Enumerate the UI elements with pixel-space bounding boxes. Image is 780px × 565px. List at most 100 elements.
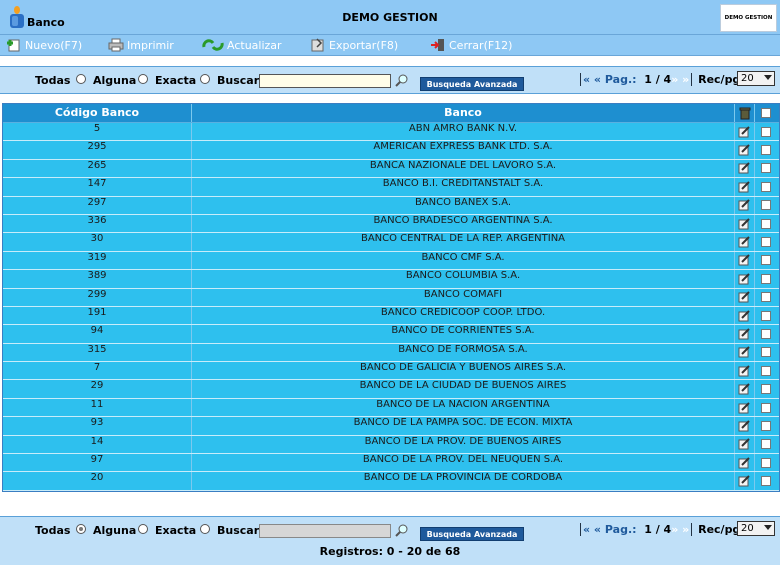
edit-icon[interactable] [738, 365, 751, 377]
table-row[interactable]: 295 AMERICAN EXPRESS BANK LTD. S.A. [3, 141, 779, 160]
select-cell [755, 472, 777, 489]
table-row[interactable]: 94 BANCO DE CORRIENTES S.A. [3, 325, 779, 344]
option-all-radio[interactable] [76, 524, 86, 534]
pager-prev-button[interactable]: « « [583, 523, 601, 536]
search-input[interactable] [259, 74, 391, 88]
row-checkbox[interactable] [761, 255, 771, 266]
table-row[interactable]: 315 BANCO DE FORMOSA S.A. [3, 343, 779, 363]
row-checkbox[interactable] [761, 200, 771, 211]
advanced-search-button[interactable]: Busqueda Avanzada [420, 527, 524, 541]
row-checkbox[interactable] [761, 439, 771, 450]
refresh-button[interactable]: Actualizar [202, 36, 282, 54]
column-header-code[interactable]: Código Banco [3, 104, 192, 122]
option-all-radio[interactable] [76, 74, 86, 84]
edit-cell [735, 398, 755, 417]
row-checkbox[interactable] [761, 181, 771, 192]
search-input[interactable] [259, 524, 391, 538]
pager-prev-button[interactable]: « « [583, 73, 601, 86]
table-row[interactable]: 20 BANCO DE LA PROVINCIA DE CORDOBA [3, 472, 779, 491]
row-checkbox[interactable] [761, 292, 771, 303]
edit-cell [735, 343, 755, 362]
edit-icon[interactable] [738, 144, 751, 156]
table-row[interactable]: 147 BANCO B.I. CREDITANSTALT S.A. [3, 178, 779, 197]
select-cell [755, 399, 777, 416]
row-checkbox[interactable] [761, 384, 771, 395]
select-cell [755, 233, 777, 250]
row-checkbox[interactable] [761, 237, 771, 248]
pager: « « Pag.: 1 / 4 » » Rec/pg: [578, 73, 745, 86]
new-button[interactable]: Nuevo(F7) [6, 36, 82, 54]
pager-next-button[interactable]: » » [671, 523, 689, 536]
table-row[interactable]: 299 BANCO COMAFI [3, 288, 779, 307]
pager-value: 1 / 4 [644, 523, 672, 536]
search-icon[interactable] [395, 73, 409, 87]
row-checkbox[interactable] [761, 420, 771, 431]
search-icon[interactable] [395, 523, 409, 537]
table-row[interactable]: 297 BANCO BANEX S.A. [3, 196, 779, 215]
select-cell [755, 160, 777, 177]
select-cell [755, 252, 777, 269]
row-checkbox[interactable] [761, 218, 771, 229]
table-row[interactable]: 93 BANCO DE LA PAMPA SOC. DE ECON. MIXTA [3, 417, 779, 436]
edit-icon[interactable] [738, 162, 751, 174]
edit-icon[interactable] [738, 438, 751, 450]
table-row[interactable]: 29 BANCO DE LA CIUDAD DE BUENOS AIRES [3, 380, 779, 399]
option-any-radio[interactable] [138, 524, 148, 534]
print-button[interactable]: Imprimir [108, 36, 174, 54]
edit-cell [735, 362, 755, 380]
table-row[interactable]: 11 BANCO DE LA NACION ARGENTINA [3, 398, 779, 418]
option-exact-label: Exacta [155, 524, 197, 537]
row-checkbox[interactable] [761, 145, 771, 156]
advanced-search-button[interactable]: Busqueda Avanzada [420, 77, 524, 91]
row-checkbox[interactable] [761, 310, 771, 321]
records-per-page-select[interactable]: 20 [737, 521, 775, 536]
option-any-radio[interactable] [138, 74, 148, 84]
edit-icon[interactable] [738, 383, 751, 395]
option-exact-radio[interactable] [200, 524, 210, 534]
row-checkbox[interactable] [761, 347, 771, 358]
table-row[interactable]: 14 BANCO DE LA PROV. DE BUENOS AIRES [3, 435, 779, 455]
row-checkbox[interactable] [761, 476, 771, 487]
edit-icon[interactable] [738, 199, 751, 211]
row-checkbox[interactable] [761, 402, 771, 413]
edit-icon[interactable] [738, 273, 751, 285]
column-header-name[interactable]: Banco [192, 104, 735, 122]
row-checkbox[interactable] [761, 273, 771, 284]
export-button[interactable]: Exportar(F8) [310, 36, 398, 54]
table-row[interactable]: 97 BANCO DE LA PROV. DEL NEUQUEN S.A. [3, 454, 779, 473]
table-row[interactable]: 5 ABN AMRO BANK N.V. [3, 123, 779, 142]
table-row[interactable]: 30 BANCO CENTRAL DE LA REP. ARGENTINA [3, 233, 779, 252]
table-row[interactable]: 7 BANCO DE GALICIA Y BUENOS AIRES S.A. [3, 362, 779, 381]
edit-icon[interactable] [738, 420, 751, 432]
table-row[interactable]: 319 BANCO CMF S.A. [3, 251, 779, 271]
close-button[interactable]: Cerrar(F12) [430, 36, 512, 54]
pager-next-button[interactable]: » » [671, 73, 689, 86]
trash-icon[interactable] [739, 107, 751, 120]
records-per-page-select[interactable]: 20 [737, 71, 775, 86]
row-checkbox[interactable] [761, 328, 771, 339]
edit-icon[interactable] [738, 236, 751, 248]
select-all-checkbox[interactable] [761, 108, 771, 118]
edit-icon[interactable] [738, 181, 751, 193]
row-checkbox[interactable] [761, 126, 771, 137]
table-row[interactable]: 265 BANCA NAZIONALE DEL LAVORO S.A. [3, 159, 779, 179]
edit-icon[interactable] [738, 309, 751, 322]
edit-icon[interactable] [738, 125, 751, 138]
edit-icon[interactable] [738, 254, 751, 266]
edit-icon[interactable] [738, 328, 751, 340]
row-checkbox[interactable] [761, 163, 771, 174]
table-row[interactable]: 191 BANCO CREDICOOP COOP. LTDO. [3, 306, 779, 326]
row-checkbox[interactable] [761, 365, 771, 376]
refresh-label: Actualizar [227, 38, 282, 52]
option-exact-radio[interactable] [200, 74, 210, 84]
edit-icon[interactable] [738, 291, 751, 303]
edit-icon[interactable] [738, 346, 751, 358]
table-row[interactable]: 389 BANCO COLUMBIA S.A. [3, 270, 779, 289]
row-checkbox[interactable] [761, 457, 771, 468]
edit-icon[interactable] [738, 401, 751, 414]
table-row[interactable]: 336 BANCO BRADESCO ARGENTINA S.A. [3, 214, 779, 234]
edit-cell [735, 214, 755, 233]
edit-icon[interactable] [738, 475, 751, 487]
edit-icon[interactable] [738, 217, 751, 230]
edit-icon[interactable] [738, 457, 751, 469]
